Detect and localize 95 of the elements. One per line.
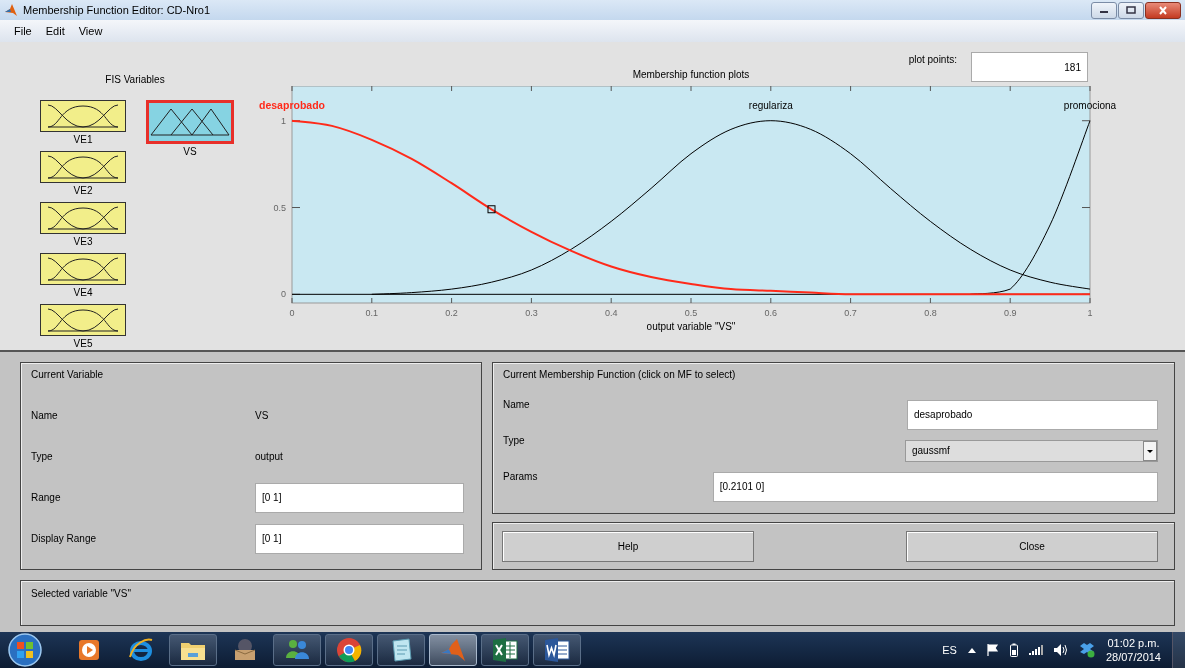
variable-button[interactable] <box>40 304 126 336</box>
maximize-icon <box>1126 6 1136 14</box>
signal-icon[interactable] <box>1028 645 1043 655</box>
curve-label: desaprobado <box>259 98 325 111</box>
variable-label: VS <box>183 145 197 159</box>
field-label: Type <box>503 435 526 446</box>
chart-title: Membership function plots <box>631 69 751 82</box>
tick-label: 0.7 <box>844 308 857 318</box>
field-value: output <box>255 451 283 462</box>
spreadsheet-icon <box>491 637 519 663</box>
start-button-icon[interactable] <box>5 633 45 667</box>
section-title: FIS Variables <box>104 74 166 87</box>
browser-icon <box>128 637 154 663</box>
input-field[interactable]: [0.2101 0] <box>712 471 1158 502</box>
input-field[interactable]: [0 1] <box>255 523 464 554</box>
curves-icon <box>46 103 120 129</box>
chrome-icon <box>336 637 362 663</box>
peak-icon <box>439 637 467 663</box>
maximize-button[interactable] <box>1118 1 1144 19</box>
document-icon <box>543 637 571 663</box>
field-label: Name <box>503 399 531 410</box>
tick-label: 1 <box>281 115 286 126</box>
type-dropdown[interactable]: gaussmf <box>905 439 1158 462</box>
tick-label: 0.2 <box>445 308 458 318</box>
clock[interactable]: 01:02 p.m. 28/07/2014 <box>1105 636 1161 664</box>
variable-button[interactable] <box>146 100 234 144</box>
close-icon <box>1158 5 1168 15</box>
taskbar-app-button[interactable] <box>169 634 217 666</box>
axis-label: output variable "VS" <box>646 321 736 332</box>
notepad-icon <box>389 637 413 663</box>
battery-icon[interactable] <box>1009 643 1018 657</box>
field-value: VS <box>255 410 269 421</box>
window-title: Membership Function Editor: CD-Nro1 <box>23 4 211 16</box>
input-field[interactable]: [0 1] <box>255 482 464 513</box>
variable-button[interactable] <box>40 253 126 285</box>
dialog-button[interactable]: Help <box>502 530 754 562</box>
language-indicator[interactable]: ES <box>942 644 957 656</box>
tick-label: 0.4 <box>604 308 618 318</box>
variable-label: VE1 <box>73 133 93 147</box>
box-icon <box>232 638 258 662</box>
play-icon <box>77 638 101 662</box>
app-icon <box>4 3 18 17</box>
status-text: Selected variable "VS" <box>31 588 131 599</box>
panel-title: Current Variable <box>31 369 105 382</box>
taskbar-app-button[interactable] <box>325 634 373 666</box>
tick-label: 0.3 <box>525 308 538 318</box>
tick-label: 0.1 <box>365 308 379 318</box>
curves-icon <box>46 256 120 282</box>
field-label: Params <box>503 471 539 482</box>
tick-label: 0 <box>289 308 295 318</box>
input-field[interactable]: desaprobado <box>907 399 1158 430</box>
variable-button[interactable] <box>40 151 126 183</box>
plot-points-label: plot points: <box>908 54 957 65</box>
variable-label: VE5 <box>73 337 93 351</box>
tick-label: 0.5 <box>684 308 698 318</box>
taskbar-app-button[interactable] <box>481 634 529 666</box>
triangles-icon <box>150 107 230 137</box>
curve-label: regulariza <box>748 99 793 111</box>
people-icon <box>283 638 311 662</box>
clock-time: 01:02 p.m. <box>1107 636 1160 650</box>
tick-label: 1 <box>1087 308 1093 318</box>
curves-icon <box>46 154 120 180</box>
menu-item[interactable]: File <box>14 25 32 37</box>
field-label: Display Range <box>31 533 98 544</box>
menu-item[interactable]: Edit <box>45 25 65 37</box>
field-label: Range <box>31 492 62 503</box>
tick-label: 0.9 <box>1003 308 1017 318</box>
curve-label: promociona <box>1063 99 1117 111</box>
curves-icon <box>46 307 120 333</box>
variable-button[interactable] <box>40 202 126 234</box>
close-button[interactable] <box>1145 1 1181 19</box>
plot-points-field[interactable]: 181 <box>971 52 1088 82</box>
flag-icon[interactable] <box>986 644 999 656</box>
minimize-button[interactable] <box>1091 1 1117 19</box>
curves-icon <box>46 205 120 231</box>
tick-label: 0.6 <box>764 308 778 318</box>
tick-label: 0.8 <box>924 308 937 318</box>
taskbar-app-button[interactable] <box>377 634 425 666</box>
clock-date: 28/07/2014 <box>1105 650 1161 664</box>
tick-label: 0.5 <box>273 202 286 213</box>
speaker-icon[interactable] <box>1053 644 1068 656</box>
field-label: Name <box>31 410 59 421</box>
dialog-button[interactable]: Close <box>906 530 1158 562</box>
variable-label: VE2 <box>73 184 93 198</box>
variable-label: VE3 <box>73 235 93 249</box>
curve-handle[interactable] <box>487 205 496 214</box>
variable-button[interactable] <box>40 100 126 132</box>
tick-label: 0 <box>281 289 286 300</box>
panel-title: Current Membership Function (click on MF to select) <box>503 369 737 382</box>
taskbar-app-button[interactable] <box>533 634 581 666</box>
menu-item[interactable]: View <box>78 25 103 37</box>
box-sync-icon[interactable] <box>1078 642 1095 658</box>
field-label: Type <box>31 451 54 462</box>
variable-label: VE4 <box>73 286 93 300</box>
chevron-up-icon[interactable] <box>967 647 976 653</box>
